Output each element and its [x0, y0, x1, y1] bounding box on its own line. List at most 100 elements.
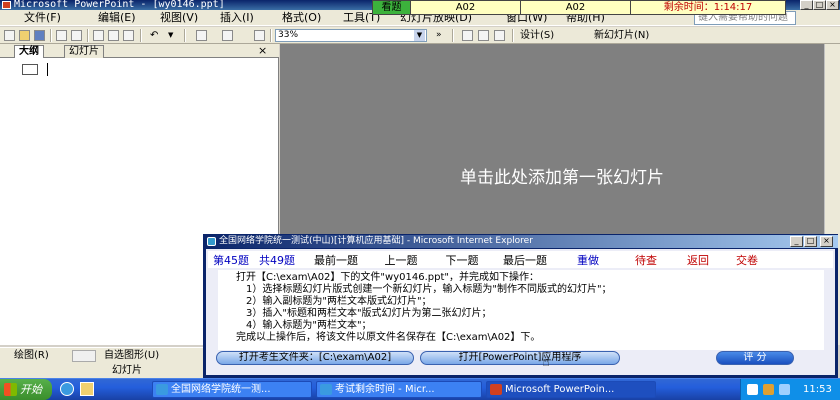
taskbar-item[interactable]: Microsoft PowerPoin... [486, 381, 656, 398]
undo-dropdown-icon[interactable]: ▼ [168, 30, 179, 41]
last-question-button[interactable]: 最后一题 [494, 252, 556, 268]
menu-view[interactable]: 视图(V) [160, 11, 198, 25]
tray-icon[interactable] [747, 384, 758, 395]
exam-folder-cell-2: A02 [521, 1, 631, 14]
dialog-minimize-button[interactable]: _ [790, 236, 803, 247]
toolbar-separator [270, 29, 272, 42]
more-buttons-icon[interactable]: » [436, 30, 447, 41]
explorer-quicklaunch-icon[interactable] [80, 382, 94, 396]
clock[interactable]: 11:53 [803, 379, 832, 400]
columns-icon[interactable] [254, 30, 265, 41]
table-icon[interactable] [222, 30, 233, 41]
cut-icon[interactable] [93, 30, 104, 41]
text-cursor [47, 63, 48, 76]
font-icon[interactable] [462, 30, 473, 41]
next-question-button[interactable]: 下一题 [430, 252, 494, 268]
ie-quicklaunch-icon[interactable] [60, 382, 74, 396]
window-title: Microsoft PowerPoint - [wy0146.ppt] [14, 0, 225, 10]
taskbar-item-label: Microsoft PowerPoin... [505, 384, 615, 395]
start-label: 开始 [20, 383, 42, 396]
exam-folder-cell: A02 [411, 1, 521, 14]
maximize-button[interactable]: □ [813, 0, 826, 10]
first-question-button[interactable]: 最前一题 [300, 252, 372, 268]
question-current: 45 [224, 253, 238, 267]
menu-format[interactable]: 格式(O) [282, 11, 321, 25]
score-button[interactable]: 评 分 [716, 351, 794, 365]
dialog-close-button[interactable]: × [820, 236, 833, 247]
toolbar-separator [184, 29, 186, 42]
system-tray: 11:53 [740, 379, 840, 400]
tray-icon[interactable] [763, 384, 774, 395]
new-icon[interactable] [4, 30, 15, 41]
tab-slides[interactable]: 幻灯片 [64, 45, 104, 58]
submit-button[interactable]: 交卷 [724, 252, 770, 268]
draw-menu[interactable]: 绘图(R) [14, 348, 49, 364]
redo-button[interactable]: 重做 [556, 252, 620, 268]
chart-icon[interactable] [196, 30, 207, 41]
toolbar-separator [50, 29, 52, 42]
exam-status-bar: 看题 A02 A02 剩余时间：1:14:17 [372, 0, 786, 15]
taskbar-item-label: 考试剩余时间 - Micr... [335, 384, 435, 395]
menu-insert[interactable]: 插入(I) [220, 11, 254, 25]
question-prefix: 第 [213, 253, 224, 267]
tab-outline[interactable]: 大纲 [14, 45, 44, 58]
open-exam-folder-button[interactable]: 打开考生文件夹：[C:\exam\A02] [216, 351, 414, 365]
toolbar-separator [452, 29, 454, 42]
print-preview-icon[interactable] [71, 30, 82, 41]
start-button[interactable]: 开始 [0, 379, 52, 400]
menu-edit[interactable]: 编辑(E) [98, 11, 136, 25]
slide-icon[interactable] [22, 64, 38, 75]
minimize-button[interactable]: _ [800, 0, 813, 10]
zoom-select[interactable]: 33% [275, 29, 427, 42]
copy-icon[interactable] [108, 30, 119, 41]
total-prefix: 共 [259, 253, 270, 267]
powerpoint-icon [490, 384, 502, 395]
menu-file[interactable]: 文件(F) [24, 11, 61, 25]
back-button[interactable]: 返回 [672, 252, 724, 268]
design-label: 设计(S) [520, 30, 555, 41]
windows-flag-icon [4, 383, 17, 396]
new-slide-button[interactable]: 新幻灯片(N) [594, 29, 649, 42]
open-powerpoint-button[interactable]: 打开[PowerPoint]应用程序 [420, 351, 620, 365]
question-suffix: 题 [238, 253, 249, 267]
total-suffix: 题 [284, 253, 295, 267]
paste-icon[interactable] [123, 30, 134, 41]
select-objects-icon[interactable] [72, 350, 96, 362]
ie-icon [156, 384, 168, 395]
autoshape-menu[interactable]: 自选图形(U) [104, 348, 159, 364]
outdent-icon[interactable] [494, 30, 505, 41]
taskbar-item-label: 全国网络学院统一测... [171, 384, 271, 395]
dialog-maximize-button[interactable]: □ [804, 236, 817, 247]
instruction-line: 1）选择标题幻灯片版式创建一个新幻灯片，输入标题为"制作不同版式的幻灯片"； [246, 284, 612, 295]
taskbar-item[interactable]: 全国网络学院统一测... [152, 381, 312, 398]
review-button[interactable]: 待查 [620, 252, 672, 268]
question-total: 共49题 [254, 252, 300, 268]
instruction-line: 4）输入标题为"两栏文本"； [246, 320, 372, 331]
status-view: 幻灯片 [112, 365, 142, 376]
hand-cursor-icon: ☝ [542, 355, 550, 370]
instruction-line: 2）输入副标题为"两栏文本版式幻灯片"； [246, 296, 432, 307]
add-slide-placeholder[interactable]: 单击此处添加第一张幻灯片 [300, 166, 824, 190]
taskbar-item[interactable]: 考试剩余时间 - Micr... [316, 381, 482, 398]
new-slide-label: 新幻灯片(N) [594, 30, 650, 41]
close-button[interactable]: × [826, 0, 839, 10]
open-icon[interactable] [19, 30, 30, 41]
toolbar-separator [512, 29, 514, 42]
remaining-time: 剩余时间：1:14:17 [631, 1, 785, 14]
prev-question-button[interactable]: 上一题 [372, 252, 430, 268]
instruction-line: 打开【C:\exam\A02】下的文件"wy0146.ppt"，并完成如下操作： [236, 272, 539, 283]
exam-dialog-title: 全国网络学院统一测试(中山)[计算机应用基础] - Microsoft Inte… [219, 236, 533, 246]
ie-icon [207, 237, 216, 246]
design-button[interactable]: 设计(S) [520, 29, 554, 42]
exam-dialog-titlebar: 全国网络学院统一测试(中山)[计算机应用基础] - Microsoft Inte… [203, 235, 838, 248]
print-icon[interactable] [56, 30, 67, 41]
save-icon[interactable] [34, 30, 45, 41]
instruction-line: 完成以上操作后，将该文件以原文件名保存在【C:\exam\A02】下。 [236, 332, 541, 343]
view-question-button[interactable]: 看题 [373, 1, 411, 14]
volume-icon[interactable] [779, 384, 790, 395]
chevron-down-icon[interactable]: ▼ [414, 30, 425, 41]
undo-icon[interactable]: ↶ [150, 30, 161, 41]
powerpoint-icon [2, 1, 11, 9]
indent-icon[interactable] [478, 30, 489, 41]
pane-close-icon[interactable]: × [258, 44, 267, 57]
